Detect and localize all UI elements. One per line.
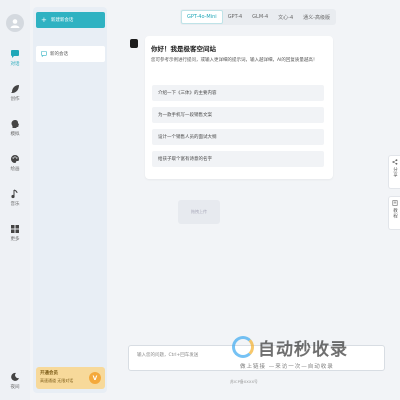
rail-label: 夜间 bbox=[10, 385, 20, 390]
share-tab[interactable]: 分享 bbox=[388, 155, 400, 189]
watermark-logo-icon bbox=[232, 336, 254, 358]
rail-item-paint[interactable]: 绘画 bbox=[0, 154, 30, 172]
music-icon bbox=[11, 189, 18, 199]
watermark-subtext: 做上链接 —来访一次—自动收录 bbox=[240, 364, 334, 370]
avatar[interactable] bbox=[6, 14, 24, 32]
rail-label: 绘画 bbox=[10, 167, 20, 172]
new-chat-button[interactable]: + 新建新会话 bbox=[36, 12, 105, 28]
chat-icon bbox=[11, 50, 19, 58]
watermark: 自动秒收录 做上链接 —来访一次—自动收录 bbox=[232, 332, 384, 374]
example-prompt[interactable]: 为一款手机写一段销售文案 bbox=[152, 107, 324, 123]
rail-label: 对话 bbox=[10, 62, 20, 67]
tutorial-tab[interactable]: 教程 bbox=[388, 196, 400, 230]
rail-item-simulate[interactable]: 模拟 bbox=[0, 119, 30, 137]
welcome-description: 您可参考示例进行提问，或输入更详细的提示词，输入越详细，AI的回复质量越高！ bbox=[151, 58, 318, 63]
rail-label: 音乐 bbox=[10, 202, 20, 207]
watermark-text: 自动秒收录 bbox=[258, 340, 348, 360]
new-chat-label: 新建新会话 bbox=[50, 18, 74, 23]
feather-icon bbox=[11, 85, 19, 93]
bot-logo-icon bbox=[130, 39, 138, 48]
icon-rail: 对话 创作 模拟 绘画 音乐 更多 夜间 bbox=[0, 0, 30, 400]
rail-item-night-mode[interactable]: 夜间 bbox=[0, 372, 30, 390]
tab-glm-4[interactable]: GLM-4 bbox=[247, 10, 273, 24]
share-label: 分享 bbox=[392, 167, 398, 178]
vip-banner[interactable]: 开通会员 高速通道 无限对话 V bbox=[36, 367, 105, 389]
tab-gpt-4o-mini[interactable]: GPT-4o-Mini bbox=[181, 10, 223, 24]
head-icon bbox=[11, 120, 19, 128]
model-tabs: GPT-4o-Mini GPT-4 GLM-4 文心-4 通义-高级版 bbox=[180, 9, 336, 25]
icp-footer[interactable]: 苏ICP备XXXX号 bbox=[230, 379, 258, 385]
tutorial-label: 教程 bbox=[392, 208, 398, 219]
tab-wenxin-4[interactable]: 文心-4 bbox=[273, 10, 298, 24]
chat-bubble-icon bbox=[41, 51, 47, 57]
moon-icon bbox=[11, 372, 19, 381]
rail-item-music[interactable]: 音乐 bbox=[0, 189, 30, 207]
book-icon bbox=[392, 200, 398, 206]
session-label: 新的会话 bbox=[50, 52, 68, 57]
tab-gpt-4[interactable]: GPT-4 bbox=[223, 10, 247, 24]
example-prompt[interactable]: 设计一个销售人员的面试大纲 bbox=[152, 129, 324, 145]
palette-icon bbox=[11, 155, 19, 163]
session-sidebar: + 新建新会话 新的会话 开通会员 高速通道 无限对话 V bbox=[33, 7, 107, 393]
user-icon bbox=[10, 19, 20, 28]
rail-label: 模拟 bbox=[10, 132, 20, 137]
welcome-card: 你好！我是极客空间站 您可参考示例进行提问，或输入更详细的提示词，输入越详细，A… bbox=[145, 36, 333, 179]
rail-label: 更多 bbox=[10, 237, 20, 242]
share-icon bbox=[391, 159, 397, 165]
plus-icon: + bbox=[41, 15, 47, 24]
example-prompt[interactable]: 介绍一下《三体》的主要内容 bbox=[152, 85, 324, 101]
welcome-title: 你好！我是极客空间站 bbox=[151, 45, 216, 53]
drag-upload-ghost: 拖拽上传 bbox=[178, 200, 220, 224]
rail-item-more[interactable]: 更多 bbox=[0, 224, 30, 242]
grid-icon bbox=[11, 225, 19, 233]
session-item[interactable]: 新的会话 bbox=[36, 46, 105, 62]
rail-item-create[interactable]: 创作 bbox=[0, 84, 30, 102]
example-prompt[interactable]: 给孩子取个富有诗意的名字 bbox=[152, 151, 324, 167]
rail-label: 创作 bbox=[10, 97, 20, 102]
vip-badge-icon: V bbox=[89, 372, 101, 384]
rail-item-chat[interactable]: 对话 bbox=[0, 49, 30, 67]
tab-tongyi[interactable]: 通义-高级版 bbox=[298, 10, 335, 24]
